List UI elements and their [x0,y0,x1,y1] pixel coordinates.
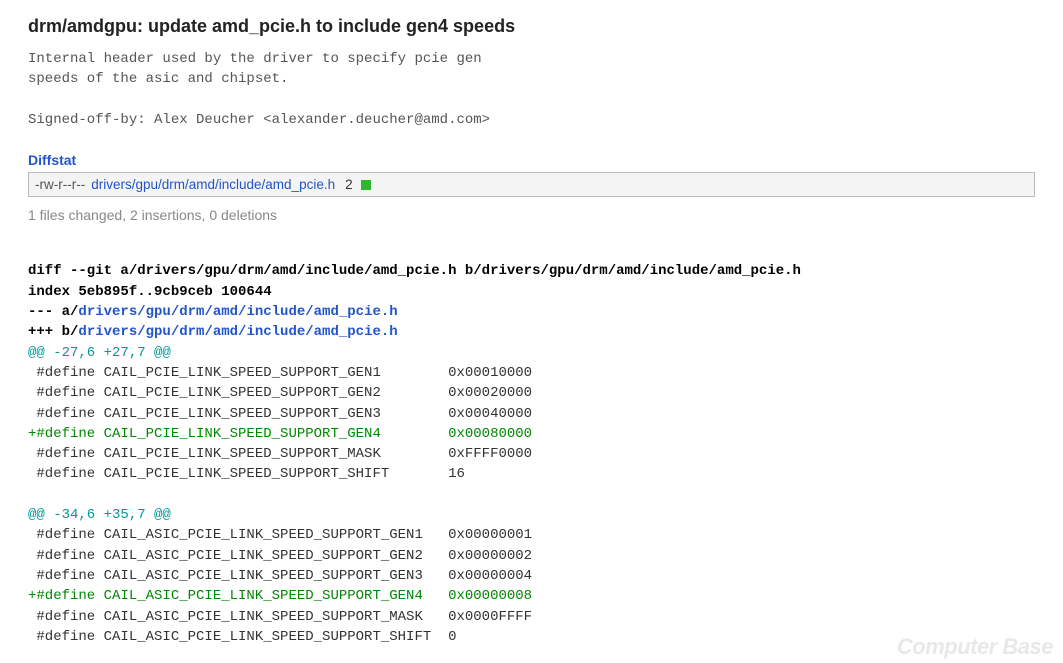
diff-index-line: index 5eb895f..9cb9ceb 100644 [28,284,272,300]
diff-minus-file: --- a/drivers/gpu/drm/amd/include/amd_pc… [28,304,398,320]
file-mode: -rw-r--r-- [35,177,85,192]
diff-plus-file: +++ b/drivers/gpu/drm/amd/include/amd_pc… [28,324,398,340]
diff-line: #define CAIL_PCIE_LINK_SPEED_SUPPORT_GEN… [28,406,532,422]
commit-title: drm/amdgpu: update amd_pcie.h to include… [28,16,1035,37]
diff-line: #define CAIL_PCIE_LINK_SPEED_SUPPORT_GEN… [28,385,532,401]
insertions-indicator-icon [361,180,371,190]
change-count: 2 [345,177,353,192]
diff-line: #define CAIL_ASIC_PCIE_LINK_SPEED_SUPPOR… [28,609,532,625]
diff-line: +#define CAIL_ASIC_PCIE_LINK_SPEED_SUPPO… [28,588,532,604]
diff-block: diff --git a/drivers/gpu/drm/amd/include… [28,241,1035,647]
commit-message: Internal header used by the driver to sp… [28,49,1035,130]
diff-line: #define CAIL_ASIC_PCIE_LINK_SPEED_SUPPOR… [28,527,532,543]
diff-line: #define CAIL_ASIC_PCIE_LINK_SPEED_SUPPOR… [28,629,456,645]
diff-file-a-link[interactable]: drivers/gpu/drm/amd/include/amd_pcie.h [78,304,397,320]
diff-line: #define CAIL_ASIC_PCIE_LINK_SPEED_SUPPOR… [28,568,532,584]
diff-line: #define CAIL_ASIC_PCIE_LINK_SPEED_SUPPOR… [28,548,532,564]
hunk-header: @@ -27,6 +27,7 @@ [28,345,171,361]
diff-line: +#define CAIL_PCIE_LINK_SPEED_SUPPORT_GE… [28,426,532,442]
diff-line: #define CAIL_PCIE_LINK_SPEED_SUPPORT_MAS… [28,446,532,462]
hunk-header: @@ -34,6 +35,7 @@ [28,507,171,523]
diff-file-b-link[interactable]: drivers/gpu/drm/amd/include/amd_pcie.h [78,324,397,340]
file-path-link[interactable]: drivers/gpu/drm/amd/include/amd_pcie.h [91,177,335,192]
diffstat-heading[interactable]: Diffstat [28,152,1035,168]
diff-line: #define CAIL_PCIE_LINK_SPEED_SUPPORT_GEN… [28,365,532,381]
diff-cmd-line: diff --git a/drivers/gpu/drm/amd/include… [28,263,801,279]
diff-line: #define CAIL_PCIE_LINK_SPEED_SUPPORT_SHI… [28,466,465,482]
diffstat-summary: 1 files changed, 2 insertions, 0 deletio… [28,207,1035,223]
diffstat-row: -rw-r--r-- drivers/gpu/drm/amd/include/a… [28,172,1035,197]
diff-hunks: @@ -27,6 +27,7 @@ #define CAIL_PCIE_LINK… [28,343,1035,647]
